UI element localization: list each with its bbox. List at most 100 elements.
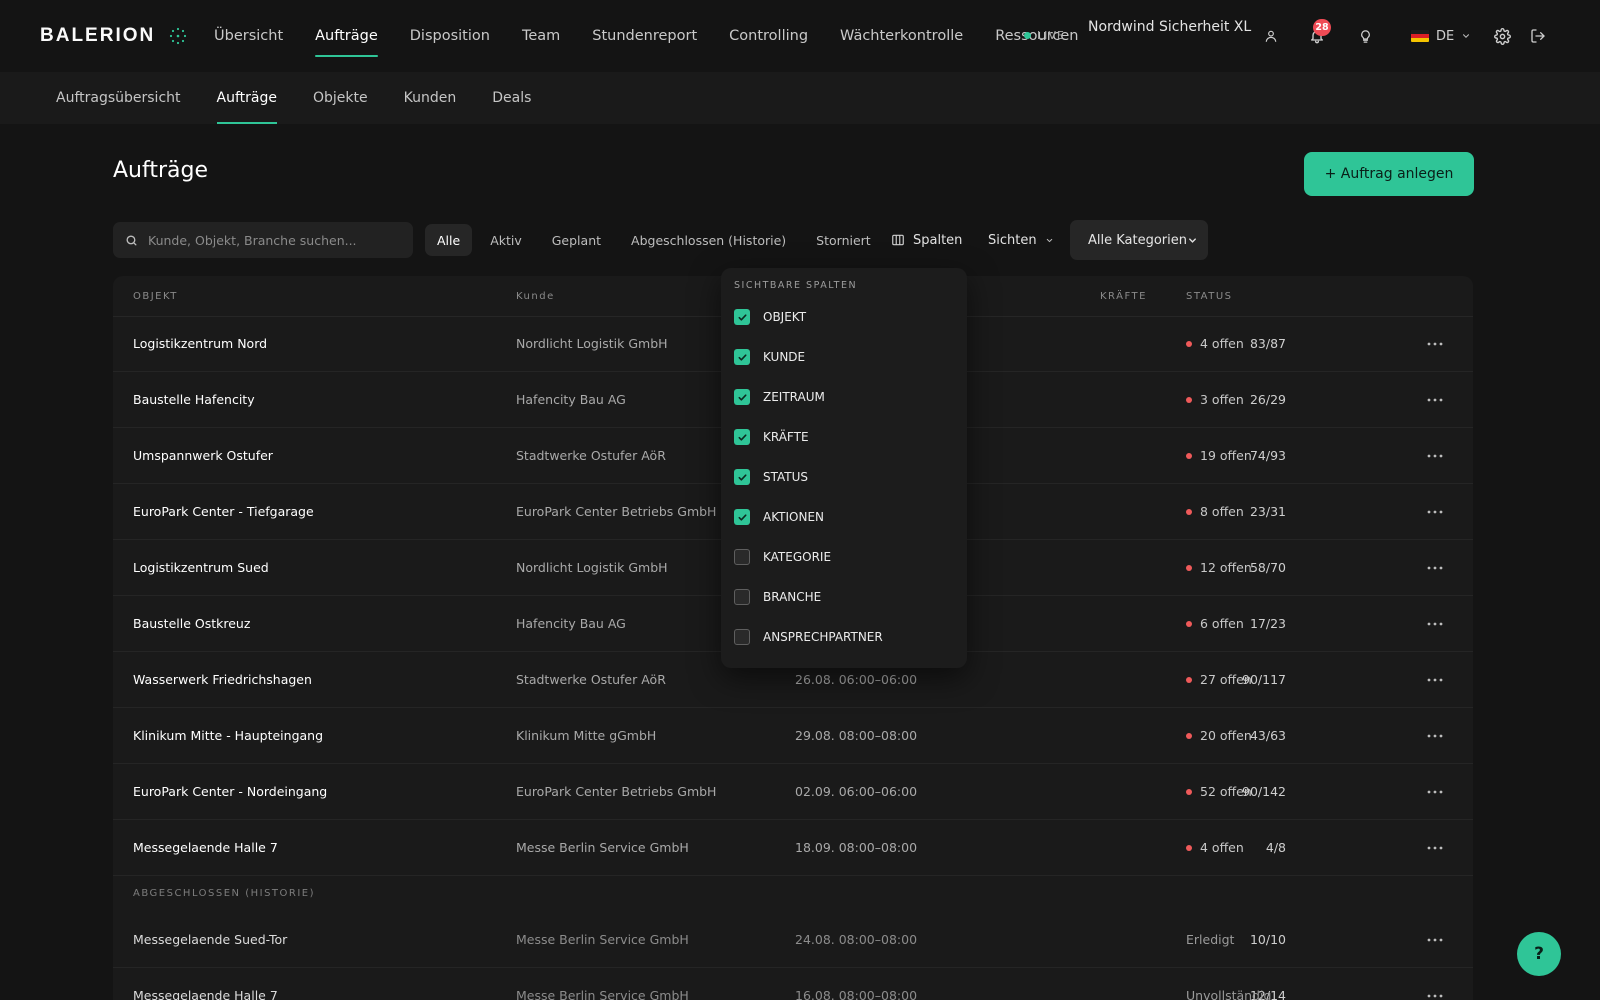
cell-status: 8 offen <box>1186 484 1244 539</box>
help-button[interactable]: ? <box>1517 932 1561 976</box>
category-select[interactable]: Alle Kategorien <box>1070 220 1208 260</box>
filter-aktiv[interactable]: Aktiv <box>478 224 534 256</box>
filter-storniert[interactable]: Storniert <box>804 224 883 256</box>
subnav-auftraege[interactable]: Aufträge <box>199 72 295 124</box>
logout-icon[interactable] <box>1528 26 1548 46</box>
row-actions-button[interactable] <box>1423 316 1447 371</box>
logo[interactable]: BALERION <box>40 24 187 48</box>
language-label: DE <box>1436 28 1455 44</box>
status-label: 19 offen <box>1200 448 1252 463</box>
cell-kunde: Stadtwerke Ostufer AöR <box>516 672 666 687</box>
nav-uebersicht[interactable]: Übersicht <box>198 0 299 72</box>
status-dot <box>1186 676 1192 683</box>
cell-kunde: Nordlicht Logistik GmbH <box>516 336 668 351</box>
cell-objekt: Klinikum Mitte - Haupteingang <box>133 728 324 743</box>
row-actions-button[interactable] <box>1423 596 1447 651</box>
nav-disposition[interactable]: Disposition <box>394 0 506 72</box>
filter-geplant[interactable]: Geplant <box>540 224 613 256</box>
logo-mark-icon <box>169 27 187 45</box>
column-option-krfte[interactable]: KRÄFTE <box>734 425 809 449</box>
top-header: BALERION Übersicht Aufträge Disposition … <box>0 0 1600 72</box>
cell-kunde: Hafencity Bau AG <box>516 392 626 407</box>
cell-status: 6 offen <box>1186 596 1244 651</box>
language-selector[interactable]: DE <box>1411 25 1471 47</box>
history-section-label: ABGESCHLOSSEN (HISTORIE) <box>133 888 316 899</box>
column-option-ansprechpartner[interactable]: ANSPRECHPARTNER <box>734 625 883 649</box>
row-actions-button[interactable] <box>1423 968 1447 1000</box>
table-row[interactable]: Klinikum Mitte - Haupteingang Klinikum Mi… <box>113 708 1473 764</box>
status-dot <box>1186 732 1192 739</box>
table-row[interactable]: EuroPark Center - Nordeingang EuroPark Ce… <box>113 764 1473 820</box>
filter-abgeschlossen[interactable]: Abgeschlossen (Historie) <box>619 224 798 256</box>
nav-stundenreport[interactable]: Stundenreport <box>576 0 713 72</box>
column-header-status[interactable]: STATUS <box>1186 291 1233 302</box>
column-header-objekt[interactable]: OBJEKT <box>133 291 178 302</box>
column-option-kategorie[interactable]: KATEGORIE <box>734 545 831 569</box>
subnav-kunden[interactable]: Kunden <box>386 72 475 124</box>
row-actions-button[interactable] <box>1423 484 1447 539</box>
check-icon <box>737 432 748 443</box>
subnav-deals[interactable]: Deals <box>474 72 549 124</box>
gear-icon[interactable] <box>1492 26 1512 46</box>
row-actions-button[interactable] <box>1423 540 1447 595</box>
status-label: 52 offen <box>1200 784 1252 799</box>
more-horizontal-icon <box>1427 622 1443 626</box>
more-horizontal-icon <box>1427 342 1443 346</box>
cell-kunde: Hafencity Bau AG <box>516 616 626 631</box>
user-icon[interactable] <box>1261 26 1281 46</box>
row-actions-button[interactable] <box>1423 652 1447 707</box>
live-dot <box>1024 32 1031 39</box>
checkbox[interactable] <box>734 389 750 405</box>
checkbox[interactable] <box>734 629 750 645</box>
subnav-auftragsuebersicht[interactable]: Auftragsübersicht <box>38 72 199 124</box>
views-button[interactable]: Sichten <box>988 224 1054 256</box>
status-label: 20 offen <box>1200 728 1252 743</box>
views-button-label: Sichten <box>988 232 1037 248</box>
checkbox[interactable] <box>734 309 750 325</box>
nav-controlling[interactable]: Controlling <box>713 0 824 72</box>
cell-kunde: Messe Berlin Service GmbH <box>516 988 689 1000</box>
checkbox[interactable] <box>734 469 750 485</box>
column-header-kunde[interactable]: Kunde <box>516 291 555 302</box>
row-actions-button[interactable] <box>1423 912 1447 967</box>
nav-auftraege[interactable]: Aufträge <box>299 0 394 72</box>
subnav-objekte[interactable]: Objekte <box>295 72 386 124</box>
history-row[interactable]: Messegelaende Sued-Tor Messe Berlin Servi… <box>113 912 1473 968</box>
table-row[interactable]: Messegelaende Halle 7 Messe Berlin Servic… <box>113 820 1473 876</box>
row-actions-button[interactable] <box>1423 372 1447 427</box>
checkbox[interactable] <box>734 429 750 445</box>
search-box[interactable] <box>113 222 413 258</box>
row-actions-button[interactable] <box>1423 820 1447 875</box>
column-option-kunde[interactable]: KUNDE <box>734 345 805 369</box>
checkbox[interactable] <box>734 509 750 525</box>
columns-button[interactable]: Spalten <box>891 224 962 256</box>
nav-waechterkontrolle[interactable]: Wächterkontrolle <box>824 0 979 72</box>
column-option-zeitraum[interactable]: ZEITRAUM <box>734 385 825 409</box>
column-option-objekt[interactable]: OBJEKT <box>734 305 806 329</box>
filter-alle[interactable]: Alle <box>425 224 473 256</box>
status-dot <box>1186 452 1192 459</box>
checkbox[interactable] <box>734 589 750 605</box>
status-label: 12 offen <box>1200 560 1252 575</box>
search-input[interactable] <box>146 231 390 249</box>
nav-team[interactable]: Team <box>506 0 576 72</box>
row-actions-button[interactable] <box>1423 764 1447 819</box>
column-option-label: OBJEKT <box>763 310 807 324</box>
cell-kunde: Nordlicht Logistik GmbH <box>516 560 668 575</box>
cell-status: 52 offen <box>1186 764 1252 819</box>
column-option-aktionen[interactable]: AKTIONEN <box>734 505 824 529</box>
row-actions-button[interactable] <box>1423 708 1447 763</box>
check-icon <box>737 392 748 403</box>
column-option-status[interactable]: STATUS <box>734 465 808 489</box>
cell-kunde: EuroPark Center Betriebs GmbH <box>516 504 717 519</box>
checkbox[interactable] <box>734 349 750 365</box>
column-option-branche[interactable]: BRANCHE <box>734 585 821 609</box>
check-icon <box>737 512 748 523</box>
history-row[interactable]: Messegelaende Halle 7 Messe Berlin Servic… <box>113 968 1473 1000</box>
column-header-kraefte[interactable]: KRÄFTE <box>1100 291 1147 302</box>
more-horizontal-icon <box>1427 846 1443 850</box>
lightbulb-icon[interactable] <box>1355 26 1375 46</box>
checkbox[interactable] <box>734 549 750 565</box>
create-order-button[interactable]: + Auftrag anlegen <box>1304 152 1474 196</box>
row-actions-button[interactable] <box>1423 428 1447 483</box>
